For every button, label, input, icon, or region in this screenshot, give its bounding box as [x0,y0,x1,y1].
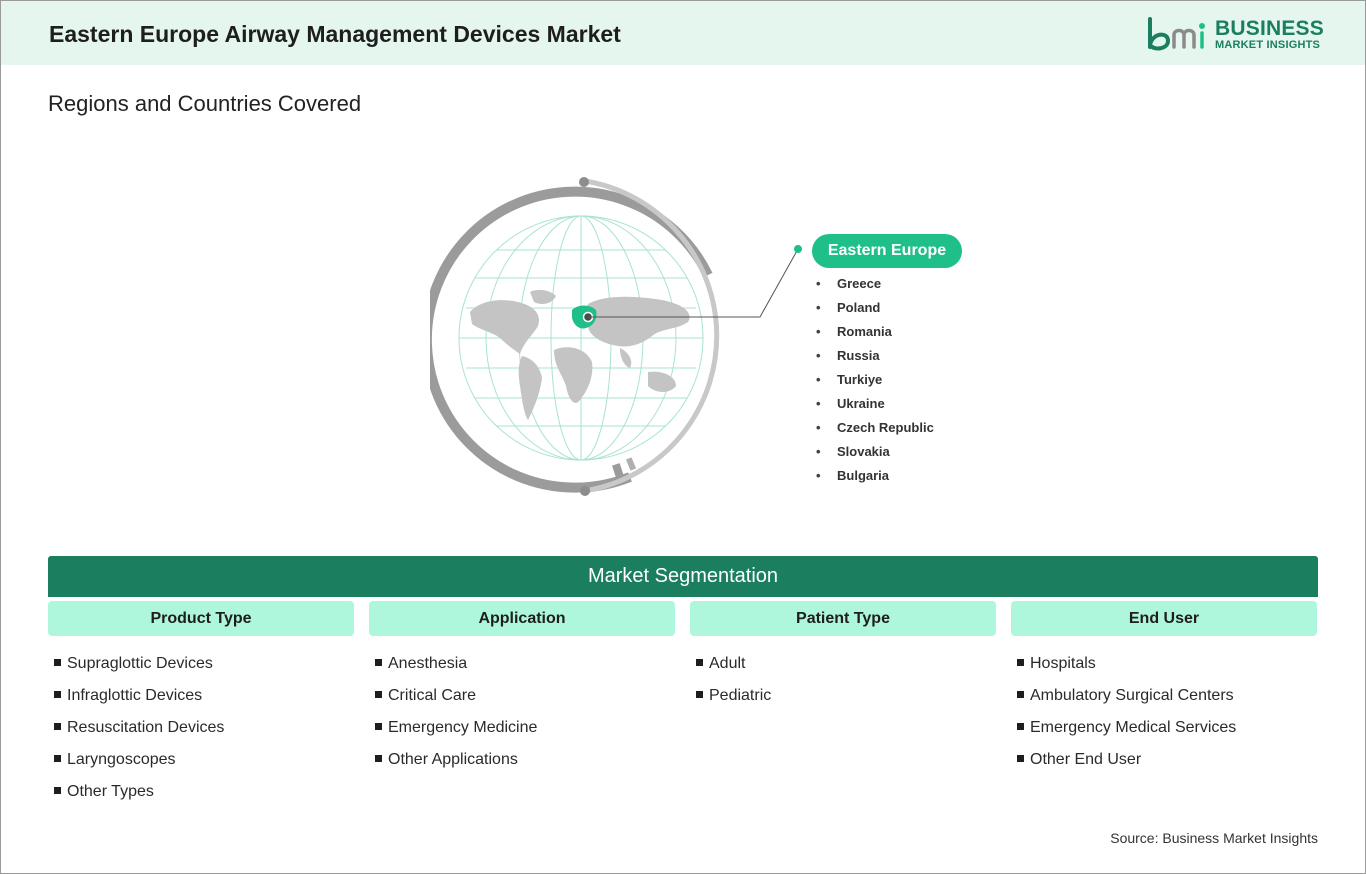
country-item: Bulgaria [816,466,934,490]
bullet-square-icon [54,755,61,762]
country-item: Romania [816,322,934,346]
segment-item: Hospitals [1017,650,1236,682]
segment-item-label: Ambulatory Surgical Centers [1030,687,1234,704]
bullet-square-icon [375,691,382,698]
country-item: Turkiye [816,370,934,394]
segment-item: Critical Care [375,682,537,714]
bullet-square-icon [1017,723,1024,730]
bullet-square-icon [54,691,61,698]
country-item: Czech Republic [816,418,934,442]
bullet-square-icon [1017,659,1024,666]
segment-item: Emergency Medicine [375,714,537,746]
country-item: Ukraine [816,394,934,418]
logo-text-primary: BUSINESS [1215,17,1324,40]
segment-item-label: Other Applications [388,751,518,768]
segment-item-label: Laryngoscopes [67,751,176,768]
segment-list-application: Anesthesia Critical Care Emergency Medic… [375,650,537,778]
header-bar: Eastern Europe Airway Management Devices… [1,1,1365,65]
bmi-logo-icon [1148,17,1205,51]
segment-heading-product-type: Product Type [48,601,354,636]
bullet-square-icon [54,787,61,794]
segment-item-label: Critical Care [388,687,477,704]
segment-item-label: Pediatric [709,687,772,704]
bullet-square-icon [54,723,61,730]
segment-item: Anesthesia [375,650,537,682]
segment-item: Other End User [1017,746,1236,778]
segment-heading-patient-type: Patient Type [690,601,996,636]
segment-item: Ambulatory Surgical Centers [1017,682,1236,714]
segment-heading-end-user: End User [1011,601,1317,636]
segment-item: Other Types [54,778,224,810]
bullet-square-icon [1017,755,1024,762]
segment-item-label: Resuscitation Devices [67,719,225,736]
segment-list-end-user: Hospitals Ambulatory Surgical Centers Em… [1017,650,1236,778]
page-title: Eastern Europe Airway Management Devices… [49,21,621,47]
bullet-square-icon [54,659,61,666]
world-globe-icon [430,177,720,496]
segment-item-label: Anesthesia [388,655,468,672]
segment-item: Laryngoscopes [54,746,224,778]
source-note: Source: Business Market Insights [1110,830,1318,846]
region-connector-line [588,245,802,318]
country-item: Slovakia [816,442,934,466]
country-list: Greece Poland Romania Russia Turkiye Ukr… [816,274,934,490]
segment-list-patient-type: Adult Pediatric [696,650,771,714]
bmi-logo: BUSINESS MARKET INSIGHTS [1146,15,1326,55]
segment-item: Supraglottic Devices [54,650,224,682]
bullet-square-icon [696,691,703,698]
country-item: Greece [816,274,934,298]
segment-item-label: Emergency Medicine [388,719,538,736]
regions-heading: Regions and Countries Covered [48,91,362,116]
bullet-square-icon [696,659,703,666]
bullet-square-icon [375,755,382,762]
segment-item: Adult [696,650,771,682]
segment-item: Emergency Medical Services [1017,714,1236,746]
bullet-square-icon [1017,691,1024,698]
segment-heading-application: Application [369,601,675,636]
bullet-square-icon [375,723,382,730]
segmentation-banner: Market Segmentation [48,556,1318,597]
segment-item-label: Infraglottic Devices [67,687,203,704]
logo-text-secondary: MARKET INSIGHTS [1215,39,1321,51]
region-badge-eastern-europe: Eastern Europe [812,234,962,268]
segment-item-label: Supraglottic Devices [67,655,213,672]
segment-item-label: Hospitals [1030,655,1096,672]
segment-item-label: Adult [709,655,746,672]
segment-item-label: Emergency Medical Services [1030,719,1237,736]
country-item: Russia [816,346,934,370]
segment-item: Pediatric [696,682,771,714]
country-item: Poland [816,298,934,322]
segment-item-label: Other End User [1030,751,1142,768]
segment-item: Infraglottic Devices [54,682,224,714]
segment-item-label: Other Types [67,783,154,800]
segment-item: Resuscitation Devices [54,714,224,746]
bullet-square-icon [375,659,382,666]
segment-item: Other Applications [375,746,537,778]
segment-list-product-type: Supraglottic Devices Infraglottic Device… [54,650,224,810]
